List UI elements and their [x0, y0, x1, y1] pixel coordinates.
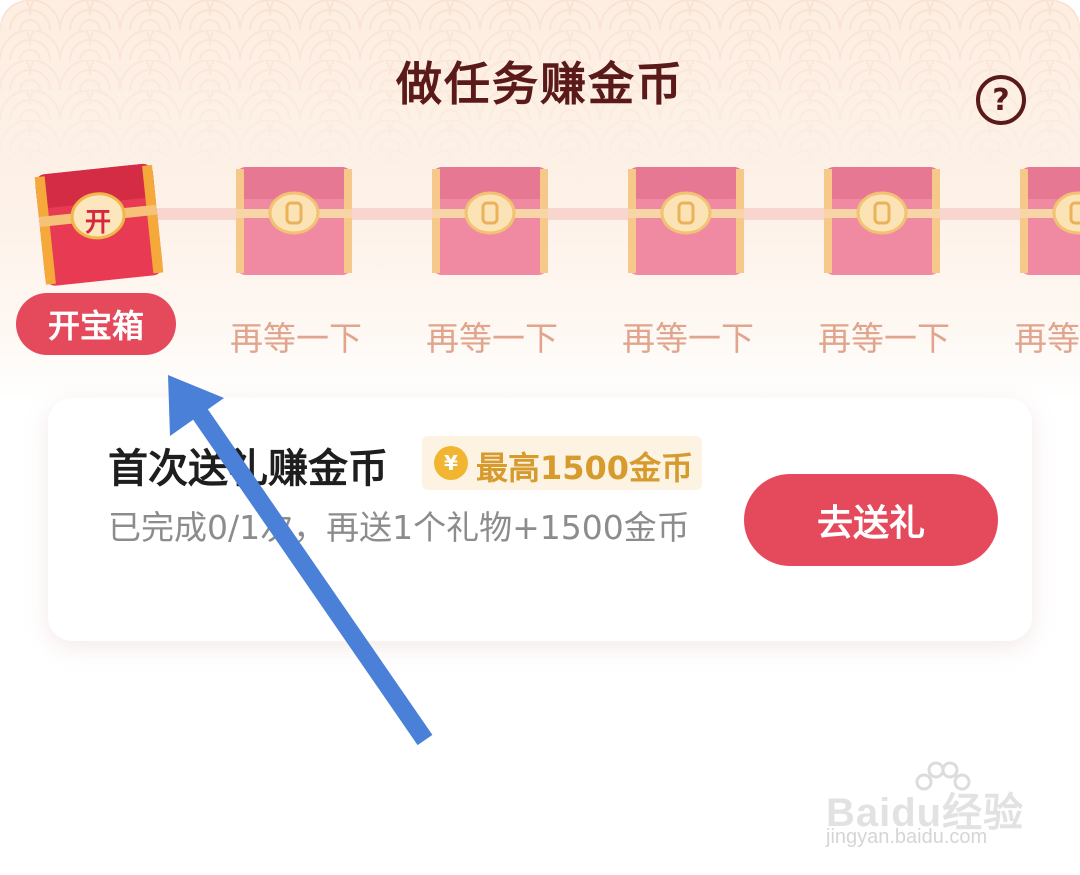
page-title: 做任务赚金币 [396, 57, 684, 111]
task-title: 首次送礼赚金币 [108, 446, 388, 492]
chest-locked-icon[interactable] [626, 163, 746, 278]
chest-locked-icon[interactable] [822, 163, 942, 278]
chest-ready-glyph: 开 [84, 208, 111, 238]
task-panel: 做任务赚金币 ? 开 开宝箱 再等一下 再等一下 再等一下 再等一下 再等一下 首次送礼… [0, 0, 1080, 875]
open-chest-button[interactable]: 开宝箱 [16, 293, 176, 355]
chest-wait-label: 再等一下 [426, 319, 558, 358]
chest-wait-label: 再等一下 [230, 319, 362, 358]
task-description: 已完成0/1次，再送1个礼物+1500金币 [108, 508, 690, 547]
chest-locked-icon[interactable] [430, 163, 550, 278]
help-icon[interactable]: ? [976, 75, 1026, 125]
chest-wait-label: 再等一下 [818, 319, 950, 358]
watermark-url: jingyan.baidu.com [826, 826, 988, 848]
coin-icon: ¥ [434, 446, 468, 480]
watermark: Baidu经验 jingyan.baidu.com [826, 760, 1066, 860]
reward-badge: ¥ 最高1500金币 [422, 436, 702, 490]
chest-wait-label: 再等一下 [622, 319, 754, 358]
send-gift-button[interactable]: 去送礼 [744, 474, 998, 566]
reward-text: 最高1500金币 [476, 449, 694, 487]
chest-locked-icon[interactable] [234, 163, 354, 278]
chest-locked-icon[interactable] [1018, 163, 1080, 278]
chest-wait-label: 再等一下 [1014, 319, 1080, 358]
task-card: 首次送礼赚金币 ¥ 最高1500金币 已完成0/1次，再送1个礼物+1500金币… [48, 398, 1032, 641]
